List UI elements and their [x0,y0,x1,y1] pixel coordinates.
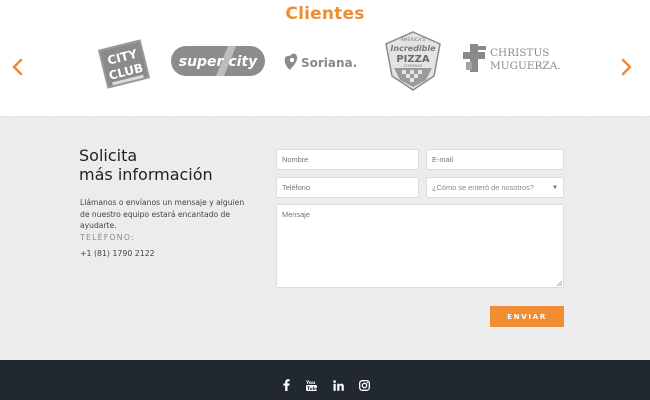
instagram-icon[interactable] [357,378,371,392]
chevron-left-icon[interactable] [10,58,26,76]
logo-soriana: Soriana. [282,50,364,74]
logo-pizza-bottom: COMPANY [404,63,423,68]
request-title-line2: más información [79,165,213,184]
footer: You Tube [0,360,650,400]
clients-section: Clientes CITY CLUB super city Soriana. A… [0,0,650,116]
youtube-icon[interactable]: You Tube [304,378,318,392]
message-field[interactable] [276,204,564,288]
logo-christus-muguerza: CHRISTUS MUGUERZA. [462,42,562,74]
logo-pizza-line1: Incredible [390,44,436,53]
name-field[interactable] [276,149,419,170]
request-title-line1: Solicita [79,146,138,165]
logo-super-city-text: super city [179,54,258,70]
logo-incredible-pizza: AMERICA'S Incredible PIZZA COMPANY [382,30,444,92]
linkedin-icon[interactable] [331,378,345,392]
facebook-icon[interactable] [279,378,293,392]
email-field[interactable] [426,149,564,170]
logo-pizza-top: AMERICA'S [401,37,426,43]
request-title: Solicita más información [79,146,213,184]
referral-select-value: ¿Cómo se enteró de nosotros? [432,183,534,192]
logo-soriana-text: Soriana. [301,56,357,70]
referral-select[interactable]: ¿Cómo se enteró de nosotros? ▼ [426,177,564,198]
send-button[interactable]: ENVIAR [490,306,564,327]
svg-text:Tube: Tube [307,386,317,391]
chevron-down-icon: ▼ [552,184,558,191]
phone-label: TELÉFONO: [80,233,135,242]
request-description: Llámanos o envíanos un mensaje y alguien… [80,198,245,230]
logo-city-club: CITY CLUB [96,38,152,90]
logo-super-city: super city [170,44,266,78]
clients-title: Clientes [285,4,365,24]
phone-number: +1 (81) 1790 2122 [80,249,155,258]
logo-christus-line2: MUGUERZA. [490,60,561,72]
logo-christus-line1: CHRISTUS [490,47,549,59]
resize-grip-icon[interactable] [556,280,562,286]
chevron-right-icon[interactable] [618,58,634,76]
phone-field[interactable] [276,177,419,198]
